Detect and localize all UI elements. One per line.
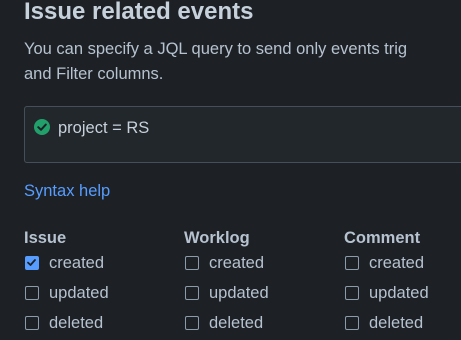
section-title: Issue related events — [24, 0, 254, 25]
check-circle-icon — [34, 119, 50, 135]
worklog-deleted-label: deleted — [209, 314, 264, 332]
issue-updated-checkbox[interactable] — [25, 286, 39, 300]
issue-deleted-checkbox[interactable] — [25, 316, 39, 330]
worklog-updated-checkbox[interactable] — [185, 286, 199, 300]
description-line-2: and Filter columns. — [24, 65, 164, 83]
description-line-1: You can specify a JQL query to send only… — [24, 40, 408, 58]
column-title-issue: Issue — [24, 229, 67, 247]
comment-updated-checkbox[interactable] — [345, 286, 359, 300]
jql-query-text[interactable]: project = RS — [58, 118, 149, 138]
event-column-worklog: Worklog created updated deleted — [184, 227, 269, 332]
column-title-worklog: Worklog — [184, 229, 250, 247]
worklog-deleted-checkbox[interactable] — [185, 316, 199, 330]
event-column-comment: Comment created updated deleted — [344, 227, 429, 332]
comment-deleted-checkbox[interactable] — [345, 316, 359, 330]
worklog-updated-label: updated — [209, 284, 269, 302]
comment-created-checkbox[interactable] — [345, 256, 359, 270]
issue-created-checkbox[interactable] — [25, 256, 39, 270]
jql-query-input[interactable]: project = RS — [24, 106, 461, 163]
worklog-created-label: created — [209, 254, 265, 272]
issue-deleted-label: deleted — [49, 314, 104, 332]
column-title-comment: Comment — [344, 229, 421, 247]
comment-updated-label: updated — [369, 284, 429, 302]
section-description: You can specify a JQL query to send only… — [24, 37, 461, 87]
syntax-help-link[interactable]: Syntax help — [24, 180, 110, 202]
event-column-issue: Issue created updated deleted — [24, 227, 109, 332]
worklog-created-checkbox[interactable] — [185, 256, 199, 270]
issue-updated-label: updated — [49, 284, 109, 302]
issue-created-label: created — [49, 254, 105, 272]
comment-created-label: created — [369, 254, 425, 272]
comment-deleted-label: deleted — [369, 314, 424, 332]
